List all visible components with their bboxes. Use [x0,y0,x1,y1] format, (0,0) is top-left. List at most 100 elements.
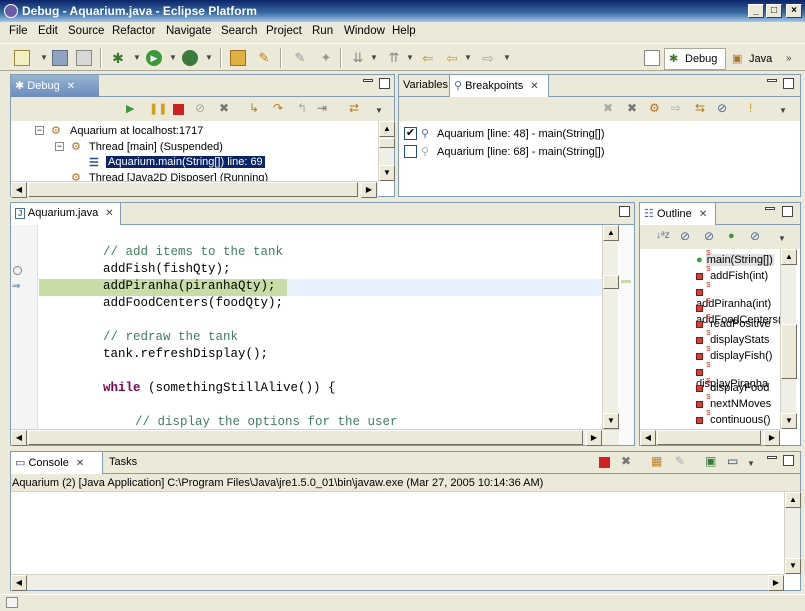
display-console-icon[interactable]: ▭ [727,454,743,470]
chevron-down-icon[interactable]: ▼ [503,53,511,62]
code-line-1[interactable]: // add items to the tank [103,245,283,259]
menu-window[interactable]: Window [344,25,385,37]
debug-bug-icon[interactable]: ✱ [110,50,126,66]
menu-refactor[interactable]: Refactor [112,25,155,37]
pointer-icon[interactable]: ✦ [318,50,334,66]
hide-fields-icon[interactable]: ⊘ [680,229,696,245]
outline-item-main[interactable]: ● S main(String[]) [696,250,774,266]
step-over-icon[interactable]: ↷ [273,101,289,117]
scroll-left-icon[interactable]: ◀ [11,182,27,198]
editor-ruler[interactable]: ⇒ [11,225,38,429]
scroll-up-icon[interactable]: ▲ [603,225,619,241]
hide-local-types-icon[interactable]: ⊘ [750,229,766,245]
editor-vscrollbar[interactable]: ▲ ▼ [602,225,619,429]
thread-disposer-label[interactable]: Thread [Java2D Disposer] (Running) [89,172,268,181]
new-file-icon[interactable] [14,50,30,66]
view-menu-icon[interactable]: ▼ [779,106,787,115]
remove-all-breakpoints-icon[interactable]: ✖ [627,101,643,117]
resume-icon[interactable]: ▶ [126,102,142,118]
remove-breakpoint-icon[interactable]: ✖ [603,101,619,117]
chevron-down-icon[interactable]: ▼ [370,53,378,62]
last-edit-icon[interactable]: ⇐ [420,50,436,66]
scroll-down-icon[interactable]: ▼ [785,558,801,574]
use-step-filters-icon[interactable]: ⇄ [349,101,365,117]
tab-aquarium-java[interactable]: J Aquarium.java ✕ [11,203,121,225]
hide-nonpublic-icon[interactable]: ● [728,230,744,246]
close-window-button[interactable]: × [786,4,802,18]
disconnect-icon[interactable]: ⊘ [195,101,211,117]
breakpoint-1-checkbox[interactable]: ✔ [404,127,417,140]
open-perspective-icon[interactable] [644,50,660,66]
more-perspectives-icon[interactable]: » [786,53,792,64]
step-into-icon[interactable]: ↳ [249,101,265,117]
outline-vscrollbar[interactable]: ▲ ▼ [780,249,797,429]
chevron-down-icon[interactable]: ▼ [40,53,48,62]
outline-item-displaystats[interactable]: S displayStats [696,330,769,346]
hide-static-icon[interactable]: ⊘ [704,229,720,245]
remove-terminated-icon[interactable]: ✖ [219,101,235,117]
scroll-right-icon[interactable]: ▶ [768,575,784,591]
close-icon[interactable]: ✕ [530,81,538,92]
print-icon[interactable] [76,50,92,66]
remove-launch-icon[interactable]: ✖ [621,454,637,470]
chevron-down-icon[interactable]: ▼ [205,53,213,62]
menu-project[interactable]: Project [266,25,302,37]
show-breakpoints-icon[interactable]: ⚙ [649,101,665,117]
menu-search[interactable]: Search [221,25,257,37]
scroll-left-icon[interactable]: ◀ [640,430,656,446]
outline-item-displayfood[interactable]: S displayFood [696,378,769,394]
scroll-thumb[interactable] [603,275,619,289]
chevron-down-icon[interactable]: ▼ [747,459,755,468]
code-line-9[interactable]: while (somethingStillAlive()) { [103,381,336,395]
view-menu-icon[interactable]: ▼ [778,234,786,243]
open-type-icon[interactable] [230,50,246,66]
console-vscrollbar[interactable]: ▲ ▼ [784,492,801,574]
scroll-down-icon[interactable]: ▼ [379,165,395,181]
breakpoint-2-checkbox[interactable] [404,145,417,158]
skip-all-breakpoints-icon[interactable]: ⊘ [717,101,733,117]
terminate-icon[interactable] [173,104,184,115]
pin-console-icon[interactable]: ▣ [705,454,721,470]
menu-file[interactable]: File [9,25,28,37]
debug-target-label[interactable]: Aquarium at localhost:1717 [70,125,203,137]
pen-icon[interactable]: ✎ [292,50,308,66]
console-output[interactable] [11,492,784,574]
scroll-up-icon[interactable]: ▲ [379,121,395,137]
menu-help[interactable]: Help [392,25,416,37]
scroll-down-icon[interactable]: ▼ [781,413,797,429]
tab-debug[interactable]: ✱ Debug ✕ [11,75,99,97]
scroll-right-icon[interactable]: ▶ [586,430,602,446]
terminate-icon[interactable] [599,457,610,468]
forward-icon[interactable]: ⇨ [480,50,496,66]
skip-breakpoints-icon[interactable]: ⇆ [695,101,711,117]
chevron-down-icon[interactable]: ▼ [464,53,472,62]
outline-item-continuous[interactable]: S continuous() [696,410,771,426]
code-line-2[interactable]: addFish(fishQty); [103,262,231,276]
minimize-window-button[interactable]: _ [748,4,764,18]
scroll-lock-icon[interactable]: ▦ [651,454,667,470]
maximize-window-button[interactable]: □ [766,4,782,18]
scroll-left-icon[interactable]: ◀ [11,430,27,446]
breakpoint-marker-icon[interactable] [13,266,22,275]
scroll-down-icon[interactable]: ▼ [603,413,619,429]
maximize-view-icon[interactable] [379,78,390,89]
collapse-icon[interactable]: − [55,142,64,151]
step-return-icon[interactable]: ↰ [297,101,313,117]
overview-ruler[interactable] [619,225,634,445]
scroll-up-icon[interactable]: ▲ [781,249,797,265]
maximize-view-icon[interactable] [782,206,793,217]
minimize-view-icon[interactable] [765,207,775,210]
close-icon[interactable]: ✕ [105,208,113,219]
scroll-thumb[interactable] [657,430,761,445]
view-menu-icon[interactable]: ▼ [375,106,383,115]
outline-hscrollbar[interactable]: ◀ ▶ [640,429,780,446]
menu-source[interactable]: Source [68,25,104,37]
search-icon[interactable]: ✎ [256,50,272,66]
collapse-icon[interactable]: − [35,126,44,135]
close-icon[interactable]: ✕ [67,81,75,92]
menu-navigate[interactable]: Navigate [166,25,211,37]
run-icon[interactable]: ▶ [146,50,162,66]
scroll-thumb[interactable] [28,182,358,197]
outline-item-displayfish[interactable]: S displayFish() [696,346,772,362]
scroll-right-icon[interactable]: ▶ [764,430,780,446]
